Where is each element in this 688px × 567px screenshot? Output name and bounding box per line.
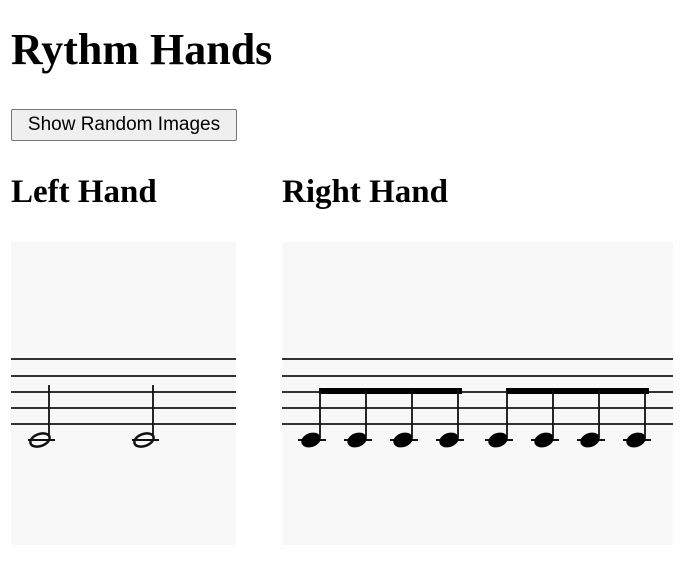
right-hand-heading: Right Hand bbox=[282, 174, 448, 210]
half-note-2 bbox=[132, 385, 159, 448]
left-hand-heading: Left Hand bbox=[11, 174, 157, 210]
page-title: Rythm Hands bbox=[11, 25, 273, 74]
right-hand-notation-image bbox=[282, 242, 673, 545]
right-hand-staff bbox=[282, 358, 673, 448]
left-hand-notation-image bbox=[11, 242, 236, 545]
show-random-images-button[interactable]: Show Random Images bbox=[11, 109, 237, 141]
half-note-1 bbox=[28, 385, 55, 448]
staff-lines bbox=[11, 358, 236, 425]
left-hand-staff bbox=[11, 358, 236, 448]
